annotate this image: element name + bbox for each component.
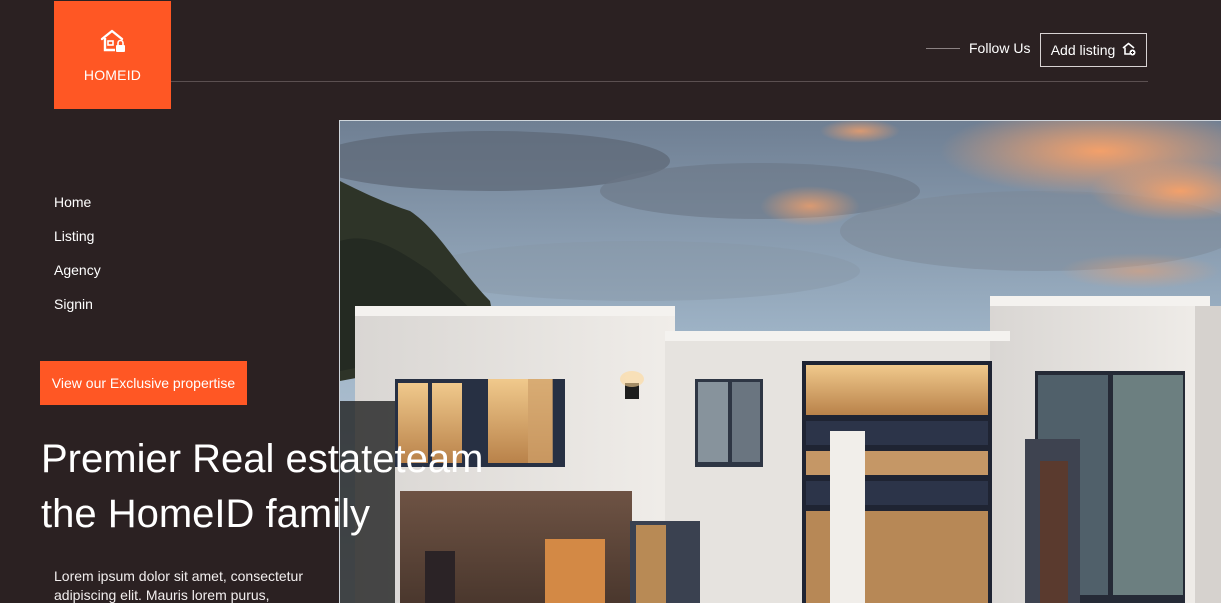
- logo[interactable]: HOMEID: [54, 1, 171, 109]
- add-listing-button[interactable]: Add listing: [1040, 33, 1147, 67]
- view-exclusive-button[interactable]: View our Exclusive propertise: [40, 361, 247, 405]
- nav-item-signin[interactable]: Signin: [54, 296, 101, 330]
- house-lock-icon: [99, 28, 127, 59]
- nav-item-listing[interactable]: Listing: [54, 228, 101, 262]
- house-add-icon: [1122, 42, 1136, 59]
- follow-us-link[interactable]: Follow Us: [926, 40, 1030, 56]
- follow-us-label: Follow Us: [969, 40, 1031, 56]
- hero-title-line1: Premier Real estateteam: [41, 437, 484, 481]
- header-divider: [171, 81, 1148, 82]
- main-nav: Home Listing Agency Signin: [54, 194, 101, 330]
- add-listing-label: Add listing: [1050, 42, 1116, 58]
- hero-title: Premier Real estateteam the HomeID famil…: [41, 432, 561, 542]
- hero-description: Lorem ipsum dolor sit amet, consectetur …: [54, 568, 303, 603]
- follow-line: [926, 47, 960, 49]
- nav-item-home[interactable]: Home: [54, 194, 101, 228]
- brand-name: HOMEID: [83, 66, 142, 83]
- nav-item-agency[interactable]: Agency: [54, 262, 101, 296]
- hero-title-line2: the HomeID family: [41, 492, 370, 536]
